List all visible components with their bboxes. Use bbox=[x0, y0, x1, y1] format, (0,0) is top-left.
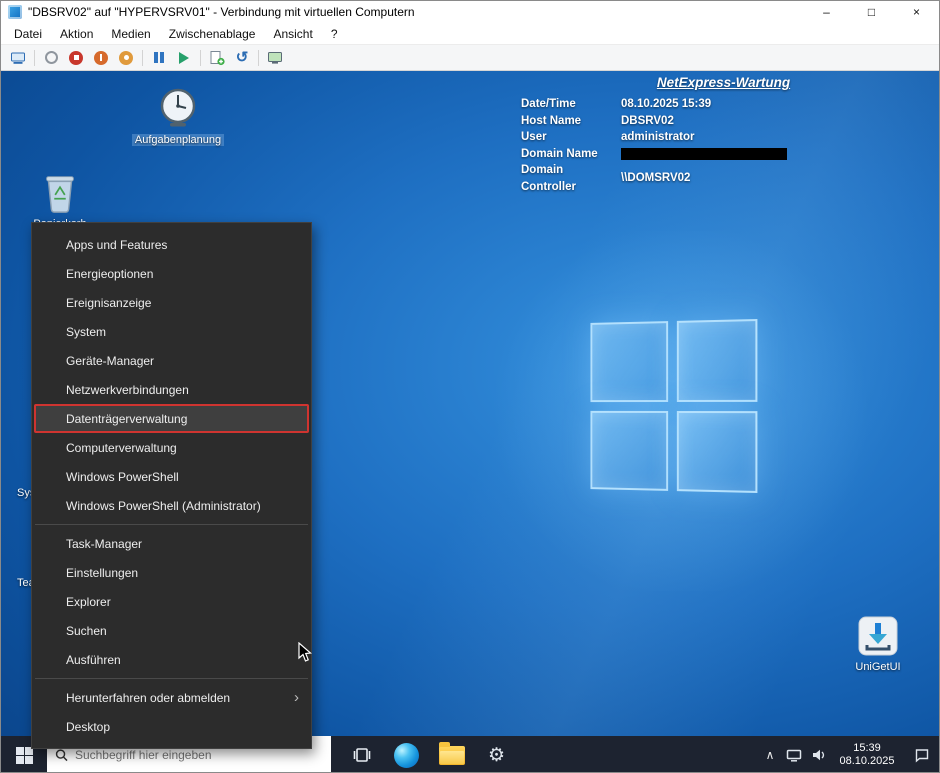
tray-clock[interactable]: 15:39 08.10.2025 bbox=[831, 742, 903, 768]
menu-item-geraete-manager[interactable]: Geräte-Manager bbox=[34, 346, 309, 375]
maximize-button[interactable]: □ bbox=[849, 1, 894, 23]
icon-label: Aufgabenplanung bbox=[131, 134, 225, 146]
hyperv-app-icon bbox=[8, 5, 22, 19]
menu-item-desktop[interactable]: Desktop bbox=[34, 712, 309, 741]
toolbar: ↺ bbox=[1, 45, 939, 71]
shutdown-icon[interactable] bbox=[92, 49, 110, 67]
chevron-right-icon: › bbox=[294, 689, 299, 706]
action-center-icon bbox=[915, 749, 929, 763]
menu-item-datentraegerverwaltung[interactable]: Datenträgerverwaltung bbox=[34, 404, 309, 433]
mouse-cursor bbox=[298, 642, 312, 662]
bginfo-row: Host Name DBSRV02 bbox=[521, 114, 674, 127]
pause-icon[interactable] bbox=[150, 49, 168, 67]
menu-separator bbox=[35, 678, 308, 679]
bginfo-row-redacted: Domain Name bbox=[521, 146, 787, 163]
menu-medien[interactable]: Medien bbox=[102, 25, 159, 43]
network-icon[interactable] bbox=[781, 747, 806, 763]
windows-logo-wallpaper bbox=[590, 318, 758, 494]
search-icon bbox=[55, 749, 68, 762]
save-state-icon[interactable] bbox=[117, 49, 135, 67]
menu-item-ausfuehren[interactable]: Ausführen bbox=[34, 645, 309, 674]
minimize-button[interactable]: – bbox=[804, 1, 849, 23]
menu-item-task-manager[interactable]: Task-Manager bbox=[34, 529, 309, 558]
settings-button[interactable]: ⚙ bbox=[474, 736, 519, 772]
menu-item-einstellungen[interactable]: Einstellungen bbox=[34, 558, 309, 587]
menu-aktion[interactable]: Aktion bbox=[51, 25, 102, 43]
menubar: Datei Aktion Medien Zwischenablage Ansic… bbox=[1, 23, 939, 45]
menu-item-computerverwaltung[interactable]: Computerverwaltung bbox=[34, 433, 309, 462]
menu-item-system[interactable]: System bbox=[34, 317, 309, 346]
menu-item-windows-powershell-admin[interactable]: Windows PowerShell (Administrator) bbox=[34, 491, 309, 520]
file-explorer-icon bbox=[438, 741, 465, 765]
resume-icon[interactable] bbox=[175, 49, 193, 67]
revert-icon[interactable]: ↺ bbox=[233, 49, 251, 67]
toolbar-separator bbox=[142, 49, 143, 66]
task-view-icon bbox=[353, 748, 370, 762]
menu-separator bbox=[35, 524, 308, 525]
menu-zwischenablage[interactable]: Zwischenablage bbox=[160, 25, 265, 43]
search-input[interactable] bbox=[74, 748, 323, 762]
menu-item-netzwerkverbindungen[interactable]: Netzwerkverbindungen bbox=[34, 375, 309, 404]
menu-item-energieoptionen[interactable]: Energieoptionen bbox=[34, 259, 309, 288]
tray-chevron-up-icon[interactable]: ∧ bbox=[759, 748, 781, 762]
desktop-icon-papierkorb[interactable]: Papierkorb bbox=[18, 169, 102, 230]
windows-logo-icon bbox=[15, 746, 33, 764]
menu-hilfe[interactable]: ? bbox=[322, 25, 347, 43]
menu-item-ereignisanzeige[interactable]: Ereignisanzeige bbox=[34, 288, 309, 317]
icon-label: UniGetUI bbox=[855, 661, 901, 673]
file-explorer-button[interactable] bbox=[429, 736, 474, 772]
ctrl-alt-del-icon[interactable] bbox=[9, 49, 27, 67]
edge-icon bbox=[394, 742, 419, 768]
edge-button[interactable] bbox=[384, 736, 429, 772]
desktop-icon-unigetui[interactable]: UniGetUI bbox=[836, 614, 920, 673]
task-view-button[interactable] bbox=[339, 736, 384, 772]
close-button[interactable]: × bbox=[894, 1, 939, 23]
redaction-bar bbox=[621, 147, 787, 160]
toolbar-separator bbox=[258, 49, 259, 66]
bginfo-row: User administrator bbox=[521, 131, 695, 143]
winx-context-menu: Apps und Features Energieoptionen Ereign… bbox=[31, 222, 312, 749]
system-tray: ∧ 15:39 08.10.2025 bbox=[759, 736, 939, 772]
menu-item-windows-powershell[interactable]: Windows PowerShell bbox=[34, 462, 309, 491]
start-vm-icon[interactable] bbox=[42, 49, 60, 67]
desktop-icon-aufgabenplanung[interactable]: Aufgabenplanung bbox=[131, 85, 225, 146]
task-scheduler-clock-icon bbox=[160, 88, 196, 127]
gear-icon: ⚙ bbox=[487, 744, 506, 766]
toolbar-separator bbox=[34, 49, 35, 66]
toolbar-separator bbox=[200, 49, 201, 66]
clock-time: 15:39 bbox=[853, 742, 881, 754]
bginfo-block: Date/Time 08.10.2025 15:39 Host Name DBS… bbox=[521, 96, 787, 195]
enhanced-session-icon[interactable] bbox=[266, 49, 284, 67]
volume-icon[interactable] bbox=[806, 747, 831, 763]
bginfo-title: NetExpress-Wartung bbox=[656, 75, 791, 90]
clock-date: 08.10.2025 bbox=[839, 755, 895, 767]
window-title: "DBSRV02" auf "HYPERVSRV01" - Verbindung… bbox=[28, 5, 415, 19]
unigetui-icon bbox=[858, 616, 898, 656]
menu-ansicht[interactable]: Ansicht bbox=[264, 25, 321, 43]
titlebar: "DBSRV02" auf "HYPERVSRV01" - Verbindung… bbox=[1, 1, 939, 23]
vmconnect-window: "DBSRV02" auf "HYPERVSRV01" - Verbindung… bbox=[0, 0, 940, 773]
checkpoint-icon[interactable] bbox=[208, 49, 226, 67]
bginfo-row: Domain Controller \\DOMSRV02 bbox=[521, 164, 691, 193]
menu-item-apps-und-features[interactable]: Apps und Features bbox=[34, 230, 309, 259]
menu-item-explorer[interactable]: Explorer bbox=[34, 587, 309, 616]
action-center-button[interactable] bbox=[903, 747, 939, 763]
bginfo-row: Date/Time 08.10.2025 15:39 bbox=[521, 98, 712, 110]
recycle-bin-icon bbox=[46, 176, 74, 213]
menu-item-herunterfahren-oder-abmelden[interactable]: Herunterfahren oder abmelden › bbox=[34, 683, 309, 712]
menu-datei[interactable]: Datei bbox=[5, 25, 51, 43]
menu-item-suchen[interactable]: Suchen bbox=[34, 616, 309, 645]
turn-off-icon[interactable] bbox=[67, 49, 85, 67]
